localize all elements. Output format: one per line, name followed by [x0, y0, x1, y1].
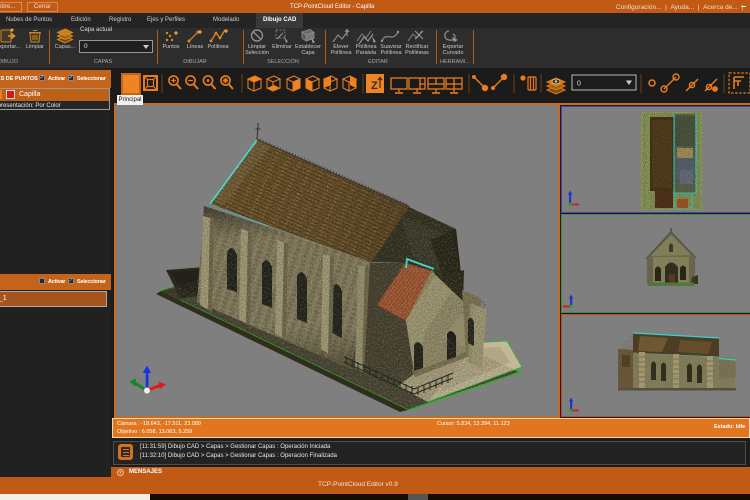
svg-text:Z: Z [371, 80, 378, 92]
svg-text:0: 0 [577, 81, 581, 88]
